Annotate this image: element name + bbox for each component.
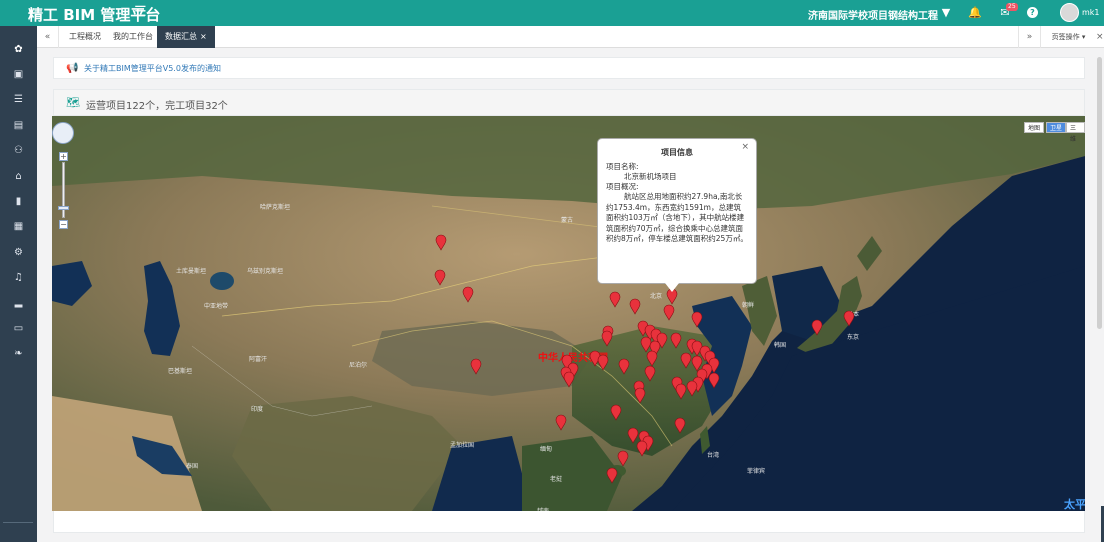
popup-close-icon[interactable]: × [741,142,749,152]
sidebar-item-briefcase[interactable]: ▣ [0,66,37,84]
sidebar-item-bank[interactable]: ⌂ [0,168,37,186]
tab-project-overview[interactable]: 工程概况 [61,26,109,48]
project-marker[interactable] [618,358,630,375]
sidebar-item-home[interactable]: ✿ [0,41,37,59]
project-marker[interactable] [670,332,682,349]
map-icon: 🗺 [66,96,80,109]
project-marker[interactable] [691,311,703,328]
project-marker[interactable] [843,310,855,327]
popup-name-label: 项目名称: [606,162,639,171]
project-marker[interactable] [636,440,648,457]
close-all-tabs-icon[interactable]: × [1096,26,1104,48]
project-marker[interactable] [434,269,446,286]
popup-name-value: 北京新机场项目 [624,172,677,181]
avatar[interactable] [1060,3,1079,22]
project-marker[interactable] [675,383,687,400]
project-marker[interactable] [691,355,703,372]
project-marker[interactable] [640,336,652,353]
app-root: 精工 BIM 管理平台 ☰ 济南国际学校项目钢结构工程 ▼ 🔔 ✉ 25 ? m… [0,0,1104,542]
megaphone-icon: 📢 [66,63,79,74]
filter-icon[interactable]: ▼ [938,5,954,21]
project-marker[interactable] [601,330,613,347]
sidebar-item-bell[interactable]: ♫ [0,269,37,287]
popup-desc-value: 航站区总用地面积约27.9ha,南北长约1753.4m，东西宽约1591m，总建… [606,192,748,243]
top-header: 精工 BIM 管理平台 ☰ 济南国际学校项目钢结构工程 ▼ 🔔 ✉ 25 ? m… [0,0,1104,26]
tab-prev-icon[interactable]: « [37,26,59,48]
project-marker[interactable] [609,291,621,308]
current-project-name[interactable]: 济南国际学校项目钢结构工程 [808,7,938,22]
project-marker[interactable] [470,358,482,375]
popup-title: 项目信息 [661,148,693,157]
tab-data-summary[interactable]: 数据汇总 × [157,26,215,48]
user-name[interactable]: mk1 [1082,8,1100,17]
project-marker[interactable] [610,404,622,421]
menu-toggle-icon[interactable]: ☰ [134,4,147,20]
notice-bar: 📢 关于精工BIM管理平台V5.0发布的通知 [53,57,1085,79]
project-marker[interactable] [646,350,658,367]
project-map[interactable]: + − 地图 卫星 三维 哈萨克斯坦 蒙古 乌兹别克斯坦 土库曼斯坦 中亚地带 … [52,116,1085,511]
project-marker[interactable] [555,414,567,431]
project-marker[interactable] [617,450,629,467]
project-marker[interactable] [563,371,575,388]
project-summary: 运营项目122个，完工项目32个 [86,101,228,112]
sidebar-item-leaf[interactable]: ❧ [0,345,37,363]
sidebar-divider [3,522,33,523]
tab-bar: « 工程概况 我的工作台 数据汇总 × » 页签操作 ▾ × [37,26,1104,48]
project-marker[interactable] [462,286,474,303]
project-marker[interactable] [674,417,686,434]
notice-link[interactable]: 关于精工BIM管理平台V5.0发布的通知 [84,63,221,74]
page-ops-dropdown[interactable]: 页签操作 ▾ [1040,26,1096,48]
project-marker[interactable] [811,319,823,336]
sidebar-item-monitor[interactable]: ▭ [0,320,37,338]
mail-badge: 25 [1006,3,1018,11]
sidebar-item-signal[interactable]: ▂ [0,294,37,312]
sidebar-item-people[interactable]: ⚇ [0,142,37,160]
project-marker[interactable] [629,298,641,315]
page-scrollbar[interactable] [1097,57,1102,329]
tab-data-summary-label: 数据汇总 [165,32,197,41]
project-info-popup: × 项目信息 项目名称: 北京新机场项目 项目概况: 航站区总用地面积约27.9… [597,138,757,292]
tab-close-icon[interactable]: × [200,32,207,41]
sidebar-item-sitemap[interactable]: ☰ [0,91,37,109]
sidebar: ✿ ▣ ☰ ▤ ⚇ ⌂ ▮ ▦ ⚙ ♫ ▂ ▭ ❧ [0,26,37,542]
project-marker[interactable] [644,365,656,382]
project-marker[interactable] [627,427,639,444]
tab-my-workbench[interactable]: 我的工作台 [105,26,161,48]
panel-header: 🗺 运营项目122个，完工项目32个 [54,90,1084,116]
project-marker[interactable] [606,467,618,484]
project-marker[interactable] [680,352,692,369]
project-marker[interactable] [435,234,447,251]
sidebar-item-file[interactable]: ▤ [0,117,37,135]
sidebar-item-cogs[interactable]: ⚙ [0,244,37,262]
project-marker[interactable] [663,304,675,321]
project-markers [434,234,855,484]
sidebar-item-money[interactable]: ▦ [0,218,37,236]
project-marker[interactable] [634,387,646,404]
help-icon[interactable]: ? [1027,7,1038,18]
project-marker[interactable] [708,372,720,389]
popup-tail [665,283,679,292]
tab-next-icon[interactable]: » [1018,26,1040,48]
popup-desc-label: 项目概况: [606,182,639,191]
sidebar-item-book[interactable]: ▮ [0,193,37,211]
project-marker[interactable] [597,354,609,371]
bell-icon[interactable]: 🔔 [967,5,983,21]
project-marker[interactable] [686,380,698,397]
